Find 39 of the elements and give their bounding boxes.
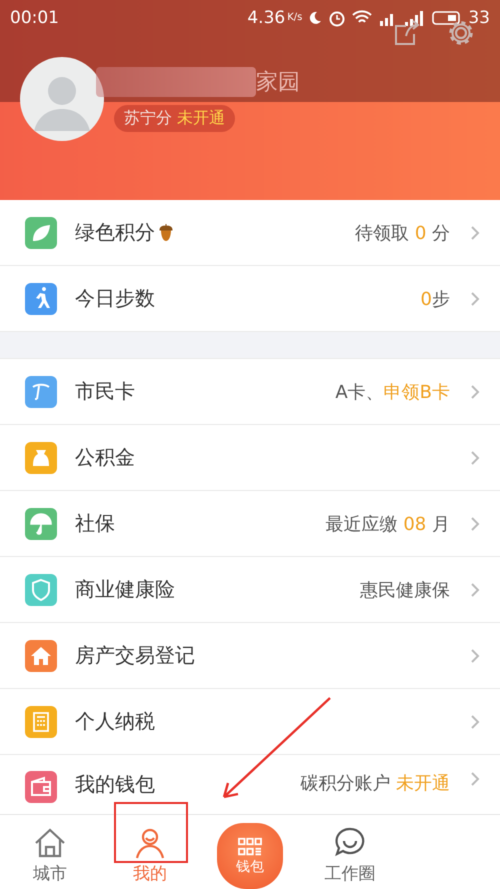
row-value: 0步	[420, 288, 450, 310]
chevron-icon	[470, 582, 480, 598]
chevron-icon	[470, 516, 480, 532]
chevron-icon	[470, 771, 480, 787]
row-title: 今日步数	[75, 285, 155, 312]
chevron-icon	[470, 450, 480, 466]
user-name: 家园	[256, 68, 300, 96]
alarm-icon	[328, 9, 346, 27]
row-value: 待领取 0 分	[355, 222, 450, 244]
chevron-icon	[470, 384, 480, 400]
chevron-icon	[470, 224, 480, 240]
home-icon	[33, 826, 67, 860]
row-value: 最近应缴 08 月	[326, 512, 450, 536]
nav-tab[interactable]: 城市	[0, 815, 100, 889]
row-title: 房产交易登记	[75, 642, 195, 669]
status-time: 00:01	[10, 8, 59, 28]
row-value: 惠民健康保	[360, 578, 450, 602]
battery-icon	[432, 10, 462, 26]
row-title: 商业健康险	[75, 576, 175, 603]
row-title: 公积金	[75, 444, 135, 471]
row-value: A卡、申领B卡	[335, 380, 450, 404]
speed-unit: K/s	[287, 12, 302, 23]
qr-code-icon	[236, 836, 264, 858]
row-title: 社保	[75, 510, 115, 537]
moon-icon	[308, 11, 322, 25]
avatar[interactable]	[20, 57, 104, 141]
row-title: 市民卡	[75, 378, 135, 405]
row-title: 我的钱包	[75, 771, 155, 798]
row-title: 绿色积分	[75, 219, 155, 246]
chevron-icon	[470, 290, 480, 306]
share-icon[interactable]	[394, 20, 420, 46]
chevron-icon	[470, 648, 480, 664]
row-value: 碳积分账户 未开通	[300, 772, 450, 795]
battery-level: 33	[468, 8, 490, 28]
chevron-icon	[470, 714, 480, 730]
network-speed: 4.36	[247, 8, 286, 28]
nav-tab[interactable]: 工作圈	[300, 815, 400, 889]
person-icon	[133, 826, 167, 860]
row-title: 个人纳税	[75, 708, 155, 735]
